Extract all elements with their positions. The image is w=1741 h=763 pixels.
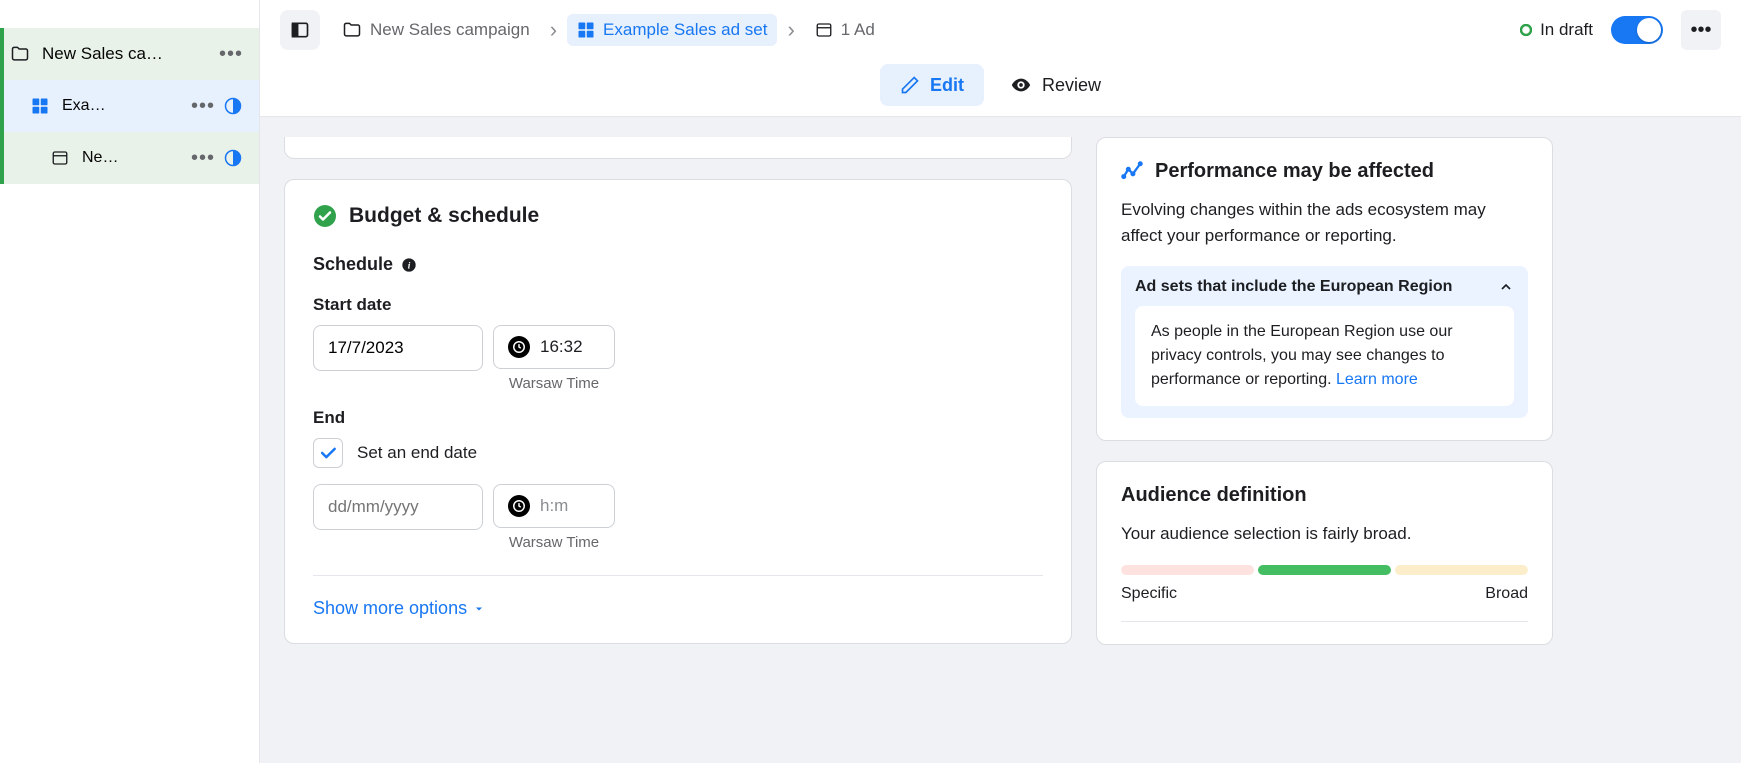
- panel-toggle-button[interactable]: [280, 10, 320, 50]
- eu-notice: Ad sets that include the European Region…: [1121, 266, 1528, 418]
- ad-icon: [48, 149, 72, 167]
- end-date-input[interactable]: [313, 484, 483, 530]
- tab-edit[interactable]: Edit: [880, 64, 984, 106]
- sidebar-item-ad[interactable]: Ne… •••: [0, 132, 259, 184]
- audience-title: Audience definition: [1121, 484, 1528, 507]
- show-more-options-link[interactable]: Show more options: [313, 598, 1043, 619]
- learn-more-link[interactable]: Learn more: [1336, 371, 1418, 388]
- eye-icon: [1010, 74, 1032, 96]
- set-end-date-checkbox[interactable]: [313, 438, 343, 468]
- campaign-tree-sidebar: New Sales ca… ••• Exa… ••• Ne… •••: [0, 0, 260, 763]
- time-placeholder: h:m: [540, 496, 568, 516]
- breadcrumb-label: Example Sales ad set: [603, 20, 767, 40]
- grid-icon: [577, 21, 595, 39]
- performance-body: Evolving changes within the ads ecosyste…: [1121, 197, 1528, 250]
- sidebar-item-campaign[interactable]: New Sales ca… •••: [0, 28, 259, 80]
- clock-icon: [508, 336, 530, 358]
- gauge-labels: Specific Broad: [1121, 585, 1528, 603]
- tab-review[interactable]: Review: [990, 64, 1121, 106]
- budget-schedule-card: Budget & schedule Schedule i Start date: [284, 179, 1072, 644]
- grid-icon: [28, 97, 52, 115]
- status-dot-icon: [1520, 24, 1532, 36]
- audience-gauge: [1121, 565, 1528, 575]
- svg-text:i: i: [408, 261, 411, 271]
- card-title: Budget & schedule: [349, 204, 539, 228]
- caret-down-icon: [473, 603, 485, 615]
- breadcrumb-label: 1 Ad: [841, 20, 875, 40]
- status-label: In draft: [1540, 20, 1593, 40]
- start-time-input[interactable]: 16:32: [493, 325, 615, 369]
- audience-body: Your audience selection is fairly broad.: [1121, 521, 1528, 547]
- start-date-input[interactable]: [313, 325, 483, 371]
- more-icon[interactable]: •••: [187, 95, 219, 118]
- timezone-label: Warsaw Time: [493, 375, 615, 392]
- more-menu-button[interactable]: •••: [1681, 10, 1721, 50]
- chevron-right-icon: ›: [787, 17, 794, 43]
- breadcrumb-ad[interactable]: 1 Ad: [805, 14, 885, 46]
- chevron-right-icon: ›: [550, 17, 557, 43]
- sidebar-item-adset[interactable]: Exa… •••: [0, 80, 259, 132]
- divider: [313, 575, 1043, 576]
- info-icon[interactable]: i: [401, 257, 417, 273]
- clock-icon: [508, 495, 530, 517]
- active-toggle[interactable]: [1611, 16, 1663, 44]
- more-icon[interactable]: •••: [215, 43, 247, 66]
- checkbox-label: Set an end date: [357, 443, 477, 463]
- breadcrumb-campaign[interactable]: New Sales campaign: [332, 14, 540, 46]
- breadcrumb-label: New Sales campaign: [370, 20, 530, 40]
- sidebar-item-label: Ne…: [82, 149, 187, 167]
- trend-icon: [1121, 161, 1143, 183]
- audience-definition-card: Audience definition Your audience select…: [1096, 461, 1553, 645]
- start-date-label: Start date: [313, 295, 1043, 315]
- performance-title: Performance may be affected: [1155, 160, 1434, 183]
- pencil-icon: [900, 75, 920, 95]
- end-time-input[interactable]: h:m: [493, 484, 615, 528]
- previous-card: [284, 137, 1072, 159]
- divider: [1121, 621, 1528, 622]
- chevron-up-icon: [1498, 279, 1514, 295]
- breadcrumb: New Sales campaign › Example Sales ad se…: [332, 14, 1508, 46]
- schedule-section-label: Schedule i: [313, 254, 1043, 275]
- timezone-label: Warsaw Time: [493, 534, 615, 551]
- breadcrumb-adset[interactable]: Example Sales ad set: [567, 14, 777, 46]
- status-badge: In draft: [1520, 20, 1593, 40]
- eu-notice-toggle[interactable]: Ad sets that include the European Region: [1135, 278, 1514, 306]
- ad-icon: [815, 21, 833, 39]
- folder-icon: [8, 44, 32, 64]
- time-value: 16:32: [540, 337, 583, 357]
- sidebar-item-label: New Sales ca…: [42, 44, 215, 64]
- sidebar-item-label: Exa…: [62, 97, 187, 115]
- check-icon: [318, 443, 338, 463]
- check-circle-icon: [313, 204, 337, 228]
- eu-notice-body: As people in the European Region use our…: [1135, 306, 1514, 406]
- more-icon[interactable]: •••: [187, 147, 219, 170]
- end-label: End: [313, 408, 1043, 428]
- status-icon: [219, 149, 247, 167]
- status-icon: [219, 97, 247, 115]
- page-header: New Sales campaign › Example Sales ad se…: [260, 0, 1741, 117]
- tab-label: Edit: [930, 75, 964, 96]
- tab-label: Review: [1042, 75, 1101, 96]
- performance-card: Performance may be affected Evolving cha…: [1096, 137, 1553, 441]
- folder-icon: [342, 20, 362, 40]
